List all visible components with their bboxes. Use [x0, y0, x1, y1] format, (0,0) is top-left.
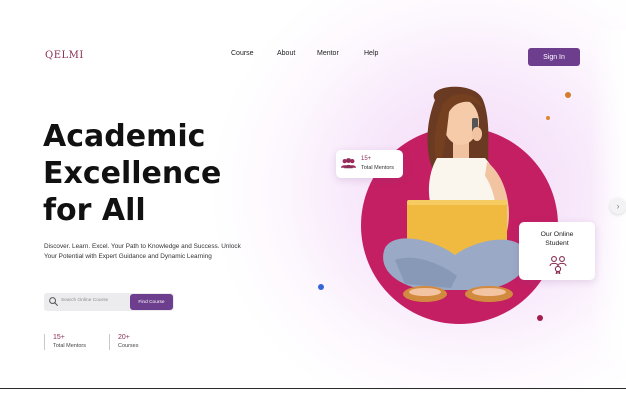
page-edge-fade [590, 30, 626, 360]
find-course-button[interactable]: Find Course [130, 294, 173, 310]
stat-number: 20+ [118, 334, 130, 341]
student-photo [383, 86, 527, 302]
student-card-title-line: Student [545, 239, 569, 247]
stat-mentors: 15+ Total Mentors [44, 334, 86, 350]
sign-in-button[interactable]: Sign In [528, 48, 580, 66]
search-bar[interactable]: Search Online Course Find Course [44, 293, 174, 311]
decor-dot [318, 284, 324, 290]
student-card-title-line: Our Online [540, 231, 574, 238]
nav-help[interactable]: Help [364, 50, 378, 57]
carousel-next-button[interactable]: › [610, 198, 626, 214]
online-student-card: Our Online Student [519, 222, 595, 280]
nav-about[interactable]: About [277, 50, 295, 57]
nav-course[interactable]: Course [231, 50, 254, 57]
mentors-card-number: 15+ [361, 156, 372, 162]
stat-number: 15+ [53, 334, 65, 341]
hero-description: Discover. Learn. Excel. Your Path to Kno… [44, 243, 241, 260]
stat-label: Total Mentors [53, 343, 87, 349]
hero-title-line: Excellence [43, 156, 222, 191]
decor-dot [537, 315, 543, 321]
logo[interactable]: QELMI [45, 50, 84, 61]
search-icon [49, 297, 58, 306]
stat-label: Courses [118, 343, 139, 349]
chevron-right-icon: › [616, 201, 620, 211]
search-input[interactable]: Search Online Course [61, 298, 108, 303]
nav-mentor[interactable]: Mentor [317, 50, 339, 57]
decor-dot [565, 92, 571, 98]
decor-dot [546, 116, 550, 120]
hero-title-line: for All [43, 193, 146, 228]
hero-title: Academic Excellence for All [43, 118, 243, 229]
people-icon [340, 158, 357, 169]
hero-title-line: Academic [43, 119, 206, 154]
page-bottom-border [0, 388, 626, 389]
hero-page: QELMI Course About Mentor Help Sign In A… [0, 0, 626, 390]
mentors-card-label: Total Mentors [361, 165, 395, 171]
stat-courses: 20+ Courses [109, 334, 138, 350]
student-group-icon [549, 256, 567, 274]
total-mentors-card: 15+ Total Mentors [336, 150, 403, 178]
student-card-title: Our Online Student [519, 231, 595, 248]
